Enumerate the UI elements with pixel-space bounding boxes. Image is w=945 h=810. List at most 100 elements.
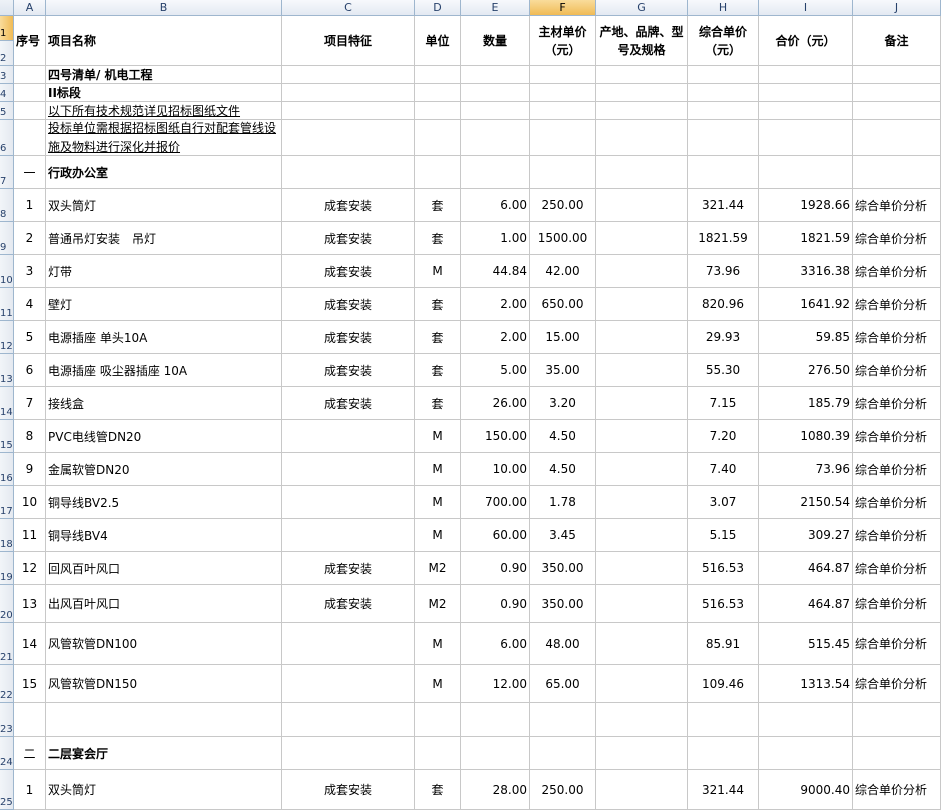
- item-unit[interactable]: 套: [415, 354, 461, 387]
- item-origin[interactable]: [596, 255, 688, 288]
- item-total[interactable]: 515.45: [759, 623, 853, 665]
- cell[interactable]: [596, 703, 688, 737]
- item-qty[interactable]: 44.84: [461, 255, 530, 288]
- cell[interactable]: [282, 737, 415, 770]
- item-unit[interactable]: 套: [415, 288, 461, 321]
- item-total[interactable]: 59.85: [759, 321, 853, 354]
- item-origin[interactable]: [596, 321, 688, 354]
- item-note[interactable]: 综合单价分析: [853, 321, 941, 354]
- column-header-f[interactable]: F: [530, 0, 596, 16]
- item-total[interactable]: 1313.54: [759, 665, 853, 703]
- item-qty[interactable]: 2.00: [461, 321, 530, 354]
- item-total[interactable]: 2150.54: [759, 486, 853, 519]
- item-feature[interactable]: 成套安装: [282, 387, 415, 420]
- row-header[interactable]: 15: [0, 420, 14, 453]
- row-header[interactable]: 20: [0, 585, 14, 623]
- item-seq[interactable]: 7: [14, 387, 46, 420]
- row-header[interactable]: 21: [0, 623, 14, 665]
- cell[interactable]: [759, 102, 853, 120]
- row-header[interactable]: 13: [0, 354, 14, 387]
- item-name[interactable]: 灯带: [46, 255, 282, 288]
- cell[interactable]: [14, 120, 46, 156]
- cell[interactable]: [282, 66, 415, 84]
- cell[interactable]: [853, 84, 941, 102]
- item-feature[interactable]: 成套安装: [282, 288, 415, 321]
- cell[interactable]: [853, 102, 941, 120]
- item-material-price[interactable]: 15.00: [530, 321, 596, 354]
- cell[interactable]: [461, 120, 530, 156]
- item-unit-price[interactable]: 7.40: [688, 453, 759, 486]
- item-total[interactable]: 1928.66: [759, 189, 853, 222]
- item-unit-price[interactable]: 1821.59: [688, 222, 759, 255]
- item-unit-price[interactable]: 3.07: [688, 486, 759, 519]
- cell[interactable]: [282, 156, 415, 189]
- cell[interactable]: [688, 156, 759, 189]
- cell[interactable]: [461, 156, 530, 189]
- row-header[interactable]: 25: [0, 770, 14, 810]
- cell[interactable]: [596, 84, 688, 102]
- item-feature[interactable]: [282, 420, 415, 453]
- item-origin[interactable]: [596, 665, 688, 703]
- item-note[interactable]: 综合单价分析: [853, 519, 941, 552]
- item-unit-price[interactable]: 321.44: [688, 770, 759, 810]
- item-unit-price[interactable]: 73.96: [688, 255, 759, 288]
- item-seq[interactable]: 11: [14, 519, 46, 552]
- column-header-j[interactable]: J: [853, 0, 941, 16]
- item-feature[interactable]: [282, 665, 415, 703]
- item-feature[interactable]: [282, 519, 415, 552]
- row-header[interactable]: 14: [0, 387, 14, 420]
- row-header[interactable]: 19: [0, 552, 14, 585]
- row-header[interactable]: 10: [0, 255, 14, 288]
- item-material-price[interactable]: 350.00: [530, 552, 596, 585]
- cell[interactable]: [415, 66, 461, 84]
- item-total[interactable]: 9000.40: [759, 770, 853, 810]
- cell[interactable]: [415, 703, 461, 737]
- item-name[interactable]: 铜导线BV4: [46, 519, 282, 552]
- cell[interactable]: [596, 120, 688, 156]
- item-material-price[interactable]: 3.20: [530, 387, 596, 420]
- cell[interactable]: [14, 66, 46, 84]
- item-note[interactable]: 综合单价分析: [853, 222, 941, 255]
- item-seq[interactable]: 2: [14, 222, 46, 255]
- item-qty[interactable]: 2.00: [461, 288, 530, 321]
- item-qty[interactable]: 150.00: [461, 420, 530, 453]
- item-name[interactable]: PVC电线管DN20: [46, 420, 282, 453]
- cell[interactable]: [14, 703, 46, 737]
- item-origin[interactable]: [596, 387, 688, 420]
- item-qty[interactable]: 26.00: [461, 387, 530, 420]
- item-name[interactable]: 回风百叶风口: [46, 552, 282, 585]
- column-header-i[interactable]: I: [759, 0, 853, 16]
- title-cell[interactable]: II标段: [46, 84, 282, 102]
- item-unit-price[interactable]: 820.96: [688, 288, 759, 321]
- cell[interactable]: [415, 84, 461, 102]
- row-header[interactable]: 1: [0, 16, 14, 41]
- item-unit[interactable]: M2: [415, 552, 461, 585]
- title-cell[interactable]: 投标单位需根据招标图纸自行对配套管线设施及物料进行深化并报价: [46, 120, 282, 156]
- item-material-price[interactable]: 3.45: [530, 519, 596, 552]
- item-material-price[interactable]: 48.00: [530, 623, 596, 665]
- item-note[interactable]: 综合单价分析: [853, 453, 941, 486]
- item-feature[interactable]: 成套安装: [282, 255, 415, 288]
- item-total[interactable]: 276.50: [759, 354, 853, 387]
- item-unit[interactable]: 套: [415, 189, 461, 222]
- item-feature[interactable]: 成套安装: [282, 321, 415, 354]
- item-material-price[interactable]: 35.00: [530, 354, 596, 387]
- cell[interactable]: [853, 737, 941, 770]
- item-origin[interactable]: [596, 519, 688, 552]
- item-name[interactable]: 接线盒: [46, 387, 282, 420]
- item-note[interactable]: 综合单价分析: [853, 387, 941, 420]
- section-title[interactable]: 行政办公室: [46, 156, 282, 189]
- item-feature[interactable]: 成套安装: [282, 354, 415, 387]
- item-material-price[interactable]: 250.00: [530, 770, 596, 810]
- item-unit-price[interactable]: 7.15: [688, 387, 759, 420]
- cell[interactable]: [14, 84, 46, 102]
- row-header[interactable]: 8: [0, 189, 14, 222]
- cell[interactable]: [415, 120, 461, 156]
- cell[interactable]: [688, 66, 759, 84]
- item-name[interactable]: 普通吊灯安装 吊灯: [46, 222, 282, 255]
- section-title[interactable]: 二层宴会厅: [46, 737, 282, 770]
- cell[interactable]: [530, 66, 596, 84]
- cell[interactable]: [530, 737, 596, 770]
- cell[interactable]: [596, 66, 688, 84]
- item-origin[interactable]: [596, 189, 688, 222]
